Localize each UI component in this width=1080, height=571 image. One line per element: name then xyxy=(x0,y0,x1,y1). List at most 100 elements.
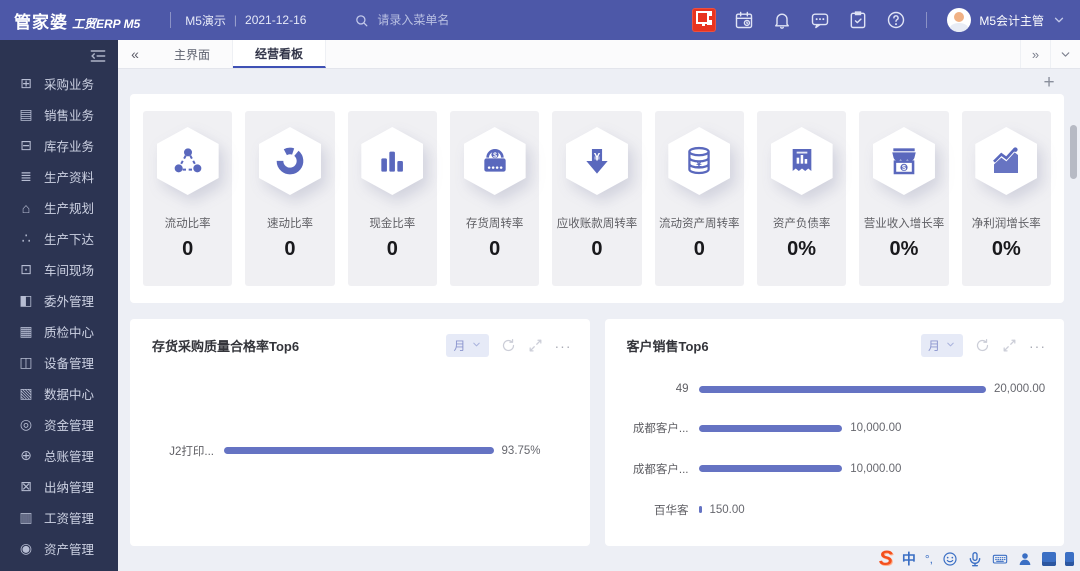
chart-bar-row: 4920,000.00 xyxy=(623,383,1049,395)
lang-chinese-icon[interactable]: 中 xyxy=(902,550,916,568)
dispatch-chart-icon: ∴ xyxy=(16,230,36,247)
sidebar-item-质检中心[interactable]: ▦质检中心 xyxy=(0,316,118,347)
menu-search[interactable] xyxy=(354,13,527,28)
sidebar-item-生产规划[interactable]: ⌂生产规划 xyxy=(0,192,118,223)
add-widget-button[interactable]: + xyxy=(1040,75,1058,93)
payroll-doc-icon: ▥ xyxy=(16,509,36,526)
sidebar-item-label: 总账管理 xyxy=(44,446,94,465)
chart-panel-customer-sales: 客户销售Top6 月 ··· 4920,000.00成都客户...10,000.… xyxy=(605,319,1065,546)
kpi-card-流动资产周转率[interactable]: ¥流动资产周转率0 xyxy=(655,111,744,286)
tabs-scroll-left-icon[interactable]: « xyxy=(118,40,152,68)
bar[interactable] xyxy=(224,447,494,454)
chevron-down-icon xyxy=(945,339,956,353)
sogou-logo-icon[interactable]: S xyxy=(879,549,893,569)
sidebar-item-委外管理[interactable]: ◧委外管理 xyxy=(0,285,118,316)
kpi-label: 速动比率 xyxy=(267,215,313,231)
kpi-card-存货周转率[interactable]: $存货周转率0 xyxy=(450,111,539,286)
kpi-value: 0% xyxy=(890,238,919,261)
search-icon xyxy=(354,13,369,28)
tabs-dropdown-icon[interactable] xyxy=(1050,40,1080,68)
sales-clipboard-icon: ▤ xyxy=(16,106,36,123)
bar-category-label: 百华客 xyxy=(623,502,689,518)
sidebar-item-车间现场[interactable]: ⊡ 车间现场 xyxy=(0,254,118,285)
person-icon[interactable] xyxy=(1017,551,1033,567)
sidebar-item-库存业务[interactable]: ⊟库存业务 xyxy=(0,130,118,161)
punctuation-icon[interactable]: °, xyxy=(925,550,933,568)
kpi-card-净利润增长率[interactable]: 净利润增长率0% xyxy=(962,111,1051,286)
menu-search-input[interactable] xyxy=(377,13,527,27)
product-name: 工贸ERP M5 xyxy=(72,15,140,32)
bar-chart: J2打印...93.75% xyxy=(130,365,590,536)
purchase-basket-icon: ⊞ xyxy=(16,75,36,92)
hexagon-badge xyxy=(157,127,219,195)
user-menu[interactable]: M5会计主管 xyxy=(947,8,1066,32)
vertical-scrollbar[interactable] xyxy=(1070,125,1077,179)
kpi-card-速动比率[interactable]: 速动比率0 xyxy=(245,111,334,286)
hexagon-badge xyxy=(975,127,1037,195)
mic-icon[interactable] xyxy=(967,551,983,567)
cycle-ring-icon xyxy=(274,145,306,177)
sidebar-item-生产下达[interactable]: ∴生产下达 xyxy=(0,223,118,254)
sidebar-menu: ⊞采购业务▤销售业务⊟库存业务≣生产资料⌂生产规划∴生产下达 ⊡ 车间现场 ◧委外管理… xyxy=(0,68,118,564)
kpi-card-现金比率[interactable]: 现金比率0 xyxy=(348,111,437,286)
sidebar-item-label: 工资管理 xyxy=(44,508,94,527)
tab-主界面[interactable]: 主界面 xyxy=(152,40,233,68)
bar-track: 150.00 xyxy=(699,504,1049,516)
more-options-icon[interactable]: ··· xyxy=(555,342,572,350)
kpi-card-应收账款周转率[interactable]: ¥应收账款周转率0 xyxy=(552,111,641,286)
kpi-card-营业收入增长率[interactable]: $ 营业收入增长率 0% xyxy=(859,111,948,286)
bar[interactable] xyxy=(699,386,987,393)
hexagon-badge xyxy=(771,127,833,195)
sidebar-item-生产资料[interactable]: ≣生产资料 xyxy=(0,161,118,192)
toolbox-icon[interactable] xyxy=(1042,552,1056,566)
outsourcing-icon: ◧ xyxy=(16,292,36,309)
hexagon-badge: $ xyxy=(873,127,935,195)
more-options-icon[interactable]: ··· xyxy=(1029,342,1046,350)
sidebar-item-销售业务[interactable]: ▤销售业务 xyxy=(0,99,118,130)
bar-category-label: 成都客户... xyxy=(623,461,689,477)
sidebar-item-工资管理[interactable]: ▥ 工资管理 xyxy=(0,502,118,533)
bar-value-label: 10,000.00 xyxy=(850,422,901,434)
smiley-icon[interactable] xyxy=(942,551,958,567)
help-icon[interactable] xyxy=(886,10,906,30)
tabbar: « 主界面经营看板 » xyxy=(118,40,1080,69)
refresh-icon[interactable] xyxy=(975,338,990,353)
bar[interactable] xyxy=(699,465,843,472)
period-select[interactable]: 月 xyxy=(921,334,963,357)
expand-icon[interactable] xyxy=(528,338,543,353)
period-select[interactable]: 月 xyxy=(446,334,488,357)
sidebar-item-资产管理[interactable]: ◉资产管理 xyxy=(0,533,118,564)
sidebar-item-设备管理[interactable]: ◫设备管理 xyxy=(0,347,118,378)
chart-panel-inventory-quality: 存货采购质量合格率Top6 月 ··· J2打印...93.75% xyxy=(130,319,590,546)
sidebar-item-出纳管理[interactable]: ⊠出纳管理 xyxy=(0,471,118,502)
chat-icon[interactable] xyxy=(810,10,830,30)
tabs-scroll-right-icon[interactable]: » xyxy=(1020,40,1050,68)
hot-data-app-icon[interactable] xyxy=(692,8,716,32)
kpi-label: 应收账款周转率 xyxy=(557,215,638,231)
kpi-card-流动比率[interactable]: 流动比率0 xyxy=(143,111,232,286)
tab-经营看板[interactable]: 经营看板 xyxy=(233,40,326,68)
sidebar-item-资金管理[interactable]: ◎资金管理 xyxy=(0,409,118,440)
expand-icon[interactable] xyxy=(1002,338,1017,353)
sidebar-item-采购业务[interactable]: ⊞采购业务 xyxy=(0,68,118,99)
kpi-card-资产负债率[interactable]: 资产负债率0% xyxy=(757,111,846,286)
app-logo: 管家婆 工贸ERP M5 xyxy=(0,8,156,33)
kpi-label: 资产负债率 xyxy=(773,215,831,231)
kpi-label: 营业收入增长率 xyxy=(864,215,945,231)
kpi-value: 0 xyxy=(694,238,705,261)
calendar-icon[interactable] xyxy=(734,10,754,30)
bar[interactable] xyxy=(699,506,702,513)
sidebar-item-label: 车间现场 xyxy=(44,260,94,279)
more-tools-icon[interactable] xyxy=(1065,552,1074,566)
sidebar-item-总账管理[interactable]: ⊕总账管理 xyxy=(0,440,118,471)
bell-icon[interactable] xyxy=(772,10,792,30)
tasks-icon[interactable] xyxy=(848,10,868,30)
keyboard-icon[interactable] xyxy=(992,551,1008,567)
refresh-icon[interactable] xyxy=(501,338,516,353)
sidebar-collapse-icon[interactable] xyxy=(88,46,108,66)
kpi-label: 现金比率 xyxy=(369,215,415,231)
period-value: 月 xyxy=(453,337,465,354)
sidebar-item-数据中心[interactable]: ▧数据中心 xyxy=(0,378,118,409)
workshop-toolbox-icon: ⊡ xyxy=(16,261,36,278)
bar[interactable] xyxy=(699,425,843,432)
